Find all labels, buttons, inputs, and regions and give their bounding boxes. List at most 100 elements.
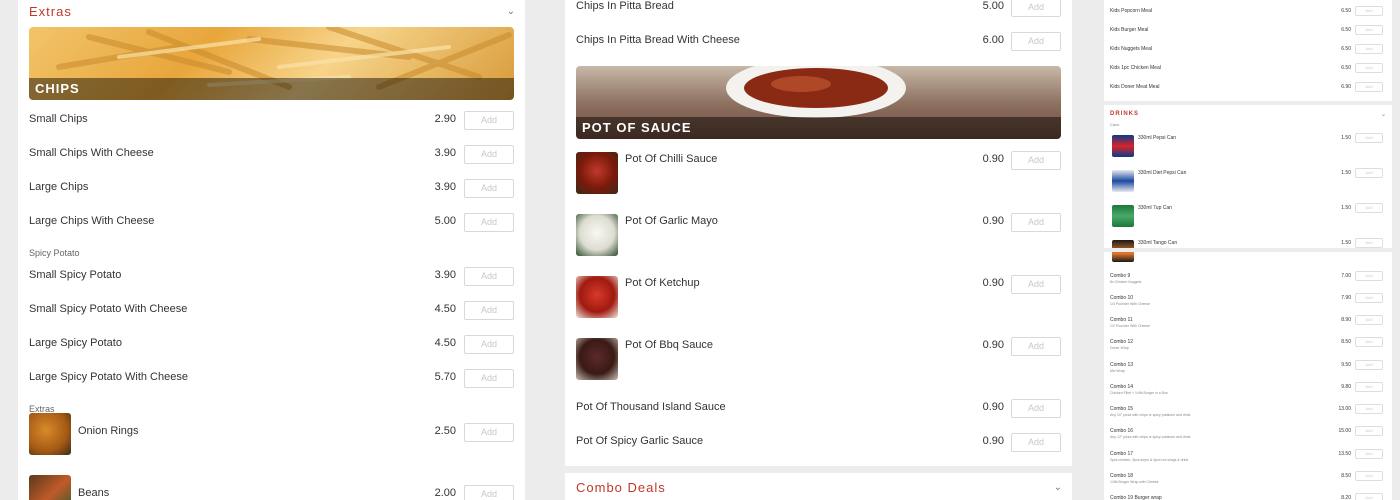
menu-item-name: Pot Of Thousand Island Sauce <box>576 401 726 413</box>
add-button[interactable]: Add <box>1355 404 1383 414</box>
menu-item-price: 0.90 <box>982 153 1004 165</box>
menu-item-name: Kids Burger Meal <box>1110 27 1149 33</box>
menu-item-price: 1.50 <box>1341 205 1351 211</box>
menu-item-description: Doner Wrap <box>1110 346 1129 350</box>
menu-item-description: 2pcs chicken, 3pcs strips & 4pcs hot win… <box>1110 458 1189 462</box>
menu-item-name: Small Spicy Potato With Cheese <box>29 303 188 315</box>
add-button[interactable]: Add <box>1355 493 1383 500</box>
menu-item-description: Mix Wrap <box>1110 369 1125 373</box>
drink-can-image <box>1112 135 1134 157</box>
add-button[interactable]: Add <box>1355 238 1383 248</box>
add-button[interactable]: Add <box>1011 399 1061 418</box>
menu-item-price: 8.50 <box>1341 339 1351 345</box>
menu-item-name: 330ml 7up Can <box>1138 205 1172 211</box>
add-button[interactable]: Add <box>464 145 514 164</box>
add-button[interactable]: Add <box>1011 32 1061 51</box>
add-button[interactable]: Add <box>1355 293 1383 303</box>
menu-item-name: Combo 9 <box>1110 273 1131 279</box>
menu-item-price: 1.50 <box>1341 135 1351 141</box>
menu-item-name: Pot Of Garlic Mayo <box>625 215 718 227</box>
add-button[interactable]: Add <box>1355 6 1383 16</box>
chevron-down-icon[interactable]: ⌄ <box>507 6 515 17</box>
menu-item-name: Pot Of Bbq Sauce <box>625 339 714 351</box>
menu-item-price: 6.00 <box>982 34 1004 46</box>
add-button[interactable]: Add <box>1355 449 1383 459</box>
menu-item-price: 0.90 <box>982 435 1004 447</box>
menu-item-name: Combo 19 Burger wrap <box>1110 495 1162 500</box>
add-button[interactable]: Add <box>1355 337 1383 347</box>
combo-deals-header[interactable]: Combo Deals ⌄ <box>576 478 1062 496</box>
combo-deals-panel: Combo Deals ⌄ <box>565 473 1072 500</box>
add-button[interactable]: Add <box>1355 203 1383 213</box>
add-button[interactable]: Add <box>1011 337 1061 356</box>
menu-item-name: Chips In Pitta Bread With Cheese <box>576 34 740 46</box>
chevron-down-icon[interactable]: ⌄ <box>1381 111 1386 118</box>
menu-item-name: Beans <box>78 487 110 499</box>
menu-item-name: Combo 15 <box>1110 406 1134 412</box>
menu-item-description: 1/4lb Burger Wrap with Cheese <box>1110 480 1159 484</box>
add-button[interactable]: Add <box>1355 360 1383 370</box>
add-button[interactable]: Add <box>1355 471 1383 481</box>
add-button[interactable]: Add <box>464 369 514 388</box>
menu-item-name: Small Chips <box>29 113 88 125</box>
add-button[interactable]: Add <box>464 267 514 286</box>
section-title: Extras <box>29 3 72 19</box>
item-thumbnail <box>576 214 618 256</box>
sauce-banner: POT OF SAUCE <box>576 66 1061 139</box>
menu-item-name: Pot Of Chilli Sauce <box>625 153 718 165</box>
extras-section-header[interactable]: Extras ⌄ <box>29 3 515 19</box>
menu-item-name: Kids 1pc Chicken Meal <box>1110 65 1161 71</box>
add-button[interactable]: Add <box>464 301 514 320</box>
add-button[interactable]: Add <box>1355 25 1383 35</box>
add-button[interactable]: Add <box>1355 168 1383 178</box>
add-button[interactable]: Add <box>1355 63 1383 73</box>
chips-banner: CHIPS <box>29 27 514 100</box>
drinks-section-header[interactable]: DRINKS ⌄ <box>1110 109 1386 119</box>
menu-item-name: Large Spicy Potato <box>29 337 122 349</box>
menu-item-name: Combo 16 <box>1110 428 1134 434</box>
add-button[interactable]: Add <box>1011 433 1061 452</box>
add-button[interactable]: Add <box>464 179 514 198</box>
menu-item-price: 5.70 <box>434 371 456 383</box>
add-button[interactable]: Add <box>1355 271 1383 281</box>
menu-item-name: Large Chips With Cheese <box>29 215 155 227</box>
add-button[interactable]: Add <box>1011 0 1061 17</box>
menu-item-price: 15.00 <box>1338 428 1351 434</box>
menu-item-name: Pot Of Spicy Garlic Sauce <box>576 435 704 447</box>
add-button[interactable]: Add <box>464 423 514 442</box>
add-button[interactable]: Add <box>1011 275 1061 294</box>
banner-label: POT OF SAUCE <box>576 117 1061 139</box>
menu-item-description: 8x Chicken Nuggets <box>1110 280 1142 284</box>
menu-item-description: 1/4 Pounder With Cheese <box>1110 302 1151 306</box>
drink-can-image <box>1112 205 1134 227</box>
add-button[interactable]: Add <box>1011 151 1061 170</box>
menu-item-price: 13.00 <box>1338 406 1351 412</box>
drinks-subhead: Cans <box>1110 122 1120 127</box>
add-button[interactable]: Add <box>1011 213 1061 232</box>
menu-item-price: 6.50 <box>1341 8 1351 14</box>
menu-item-name: Small Chips With Cheese <box>29 147 154 159</box>
add-button[interactable]: Add <box>464 213 514 232</box>
menu-item-price: 7.90 <box>1341 295 1351 301</box>
chevron-down-icon[interactable]: ⌄ <box>1054 482 1062 493</box>
menu-item-description: Any 12" pizza with chips or spicy potato… <box>1110 435 1191 439</box>
menu-item-price: 8.20 <box>1341 495 1351 500</box>
add-button[interactable]: Add <box>464 111 514 130</box>
drinks-title: DRINKS <box>1110 111 1140 117</box>
menu-item-price: 2.50 <box>434 425 456 437</box>
add-button[interactable]: Add <box>1355 315 1383 325</box>
add-button[interactable]: Add <box>1355 133 1383 143</box>
menu-item-price: 0.90 <box>982 215 1004 227</box>
add-button[interactable]: Add <box>464 485 514 500</box>
menu-item-name: Combo 13 <box>1110 362 1134 368</box>
add-button[interactable]: Add <box>464 335 514 354</box>
add-button[interactable]: Add <box>1355 44 1383 54</box>
menu-item-name: Kids Doner Meat Meal <box>1110 84 1160 90</box>
add-button[interactable]: Add <box>1355 426 1383 436</box>
menu-item-description: Any 10" pizza with chips or spicy potato… <box>1110 413 1191 417</box>
add-button[interactable]: Add <box>1355 82 1383 92</box>
right-menu-panel: Kids Popcorn Meal 6.50 Add Kids Burger Meal… <box>1104 0 1392 500</box>
menu-item-price: 3.90 <box>434 269 456 281</box>
add-button[interactable]: Add <box>1355 382 1383 392</box>
menu-item-price: 1.50 <box>1341 240 1351 246</box>
